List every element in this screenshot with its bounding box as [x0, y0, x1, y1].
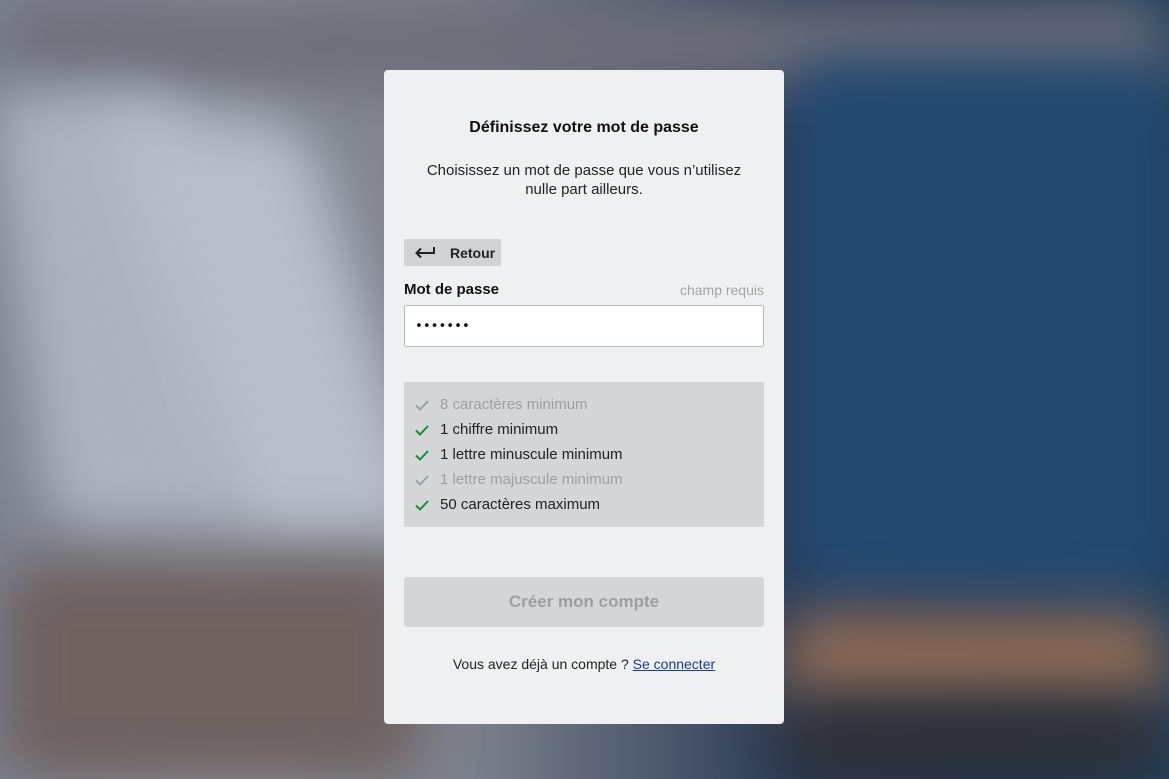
requirement-text: 8 caractères minimum: [440, 396, 588, 413]
create-account-button[interactable]: Créer mon compte: [404, 577, 764, 627]
login-prompt-text: Vous avez déjà un compte ?: [452, 656, 629, 672]
page-subtitle: Choisissez un mot de passe que vous n’ut…: [426, 162, 742, 198]
arrow-return-left-icon: [414, 246, 436, 260]
check-icon: [414, 497, 440, 513]
requirement-item: 1 lettre majuscule minimum: [404, 467, 764, 492]
requirement-item: 1 chiffre minimum: [404, 417, 764, 442]
password-requirements: 8 caractères minimum 1 chiffre minimum 1 l…: [404, 382, 764, 527]
requirement-text: 50 caractères maximum: [440, 496, 601, 513]
requirement-text: 1 chiffre minimum: [440, 421, 559, 438]
requirement-item: 1 lettre minuscule minimum: [404, 442, 764, 467]
requirement-text: 1 lettre majuscule minimum: [440, 471, 623, 488]
signup-card: Définissez votre mot de passe Choisissez…: [384, 70, 784, 724]
check-icon: [414, 447, 440, 463]
requirement-text: 1 lettre minuscule minimum: [440, 446, 623, 463]
requirement-item: 8 caractères minimum: [404, 392, 764, 417]
login-prompt: Vous avez déjà un compte ? Se connecter: [384, 656, 784, 672]
check-icon: [414, 397, 440, 413]
login-link[interactable]: Se connecter: [633, 656, 716, 672]
password-input[interactable]: [404, 305, 764, 347]
required-hint: champ requis: [679, 282, 764, 298]
check-icon: [414, 422, 440, 438]
password-label: Mot de passe: [404, 281, 500, 298]
check-icon: [414, 472, 440, 488]
back-button-label: Retour: [450, 244, 496, 261]
requirement-item: 50 caractères maximum: [404, 492, 764, 517]
back-button[interactable]: Retour: [404, 239, 501, 266]
page-title: Définissez votre mot de passe: [469, 119, 699, 136]
